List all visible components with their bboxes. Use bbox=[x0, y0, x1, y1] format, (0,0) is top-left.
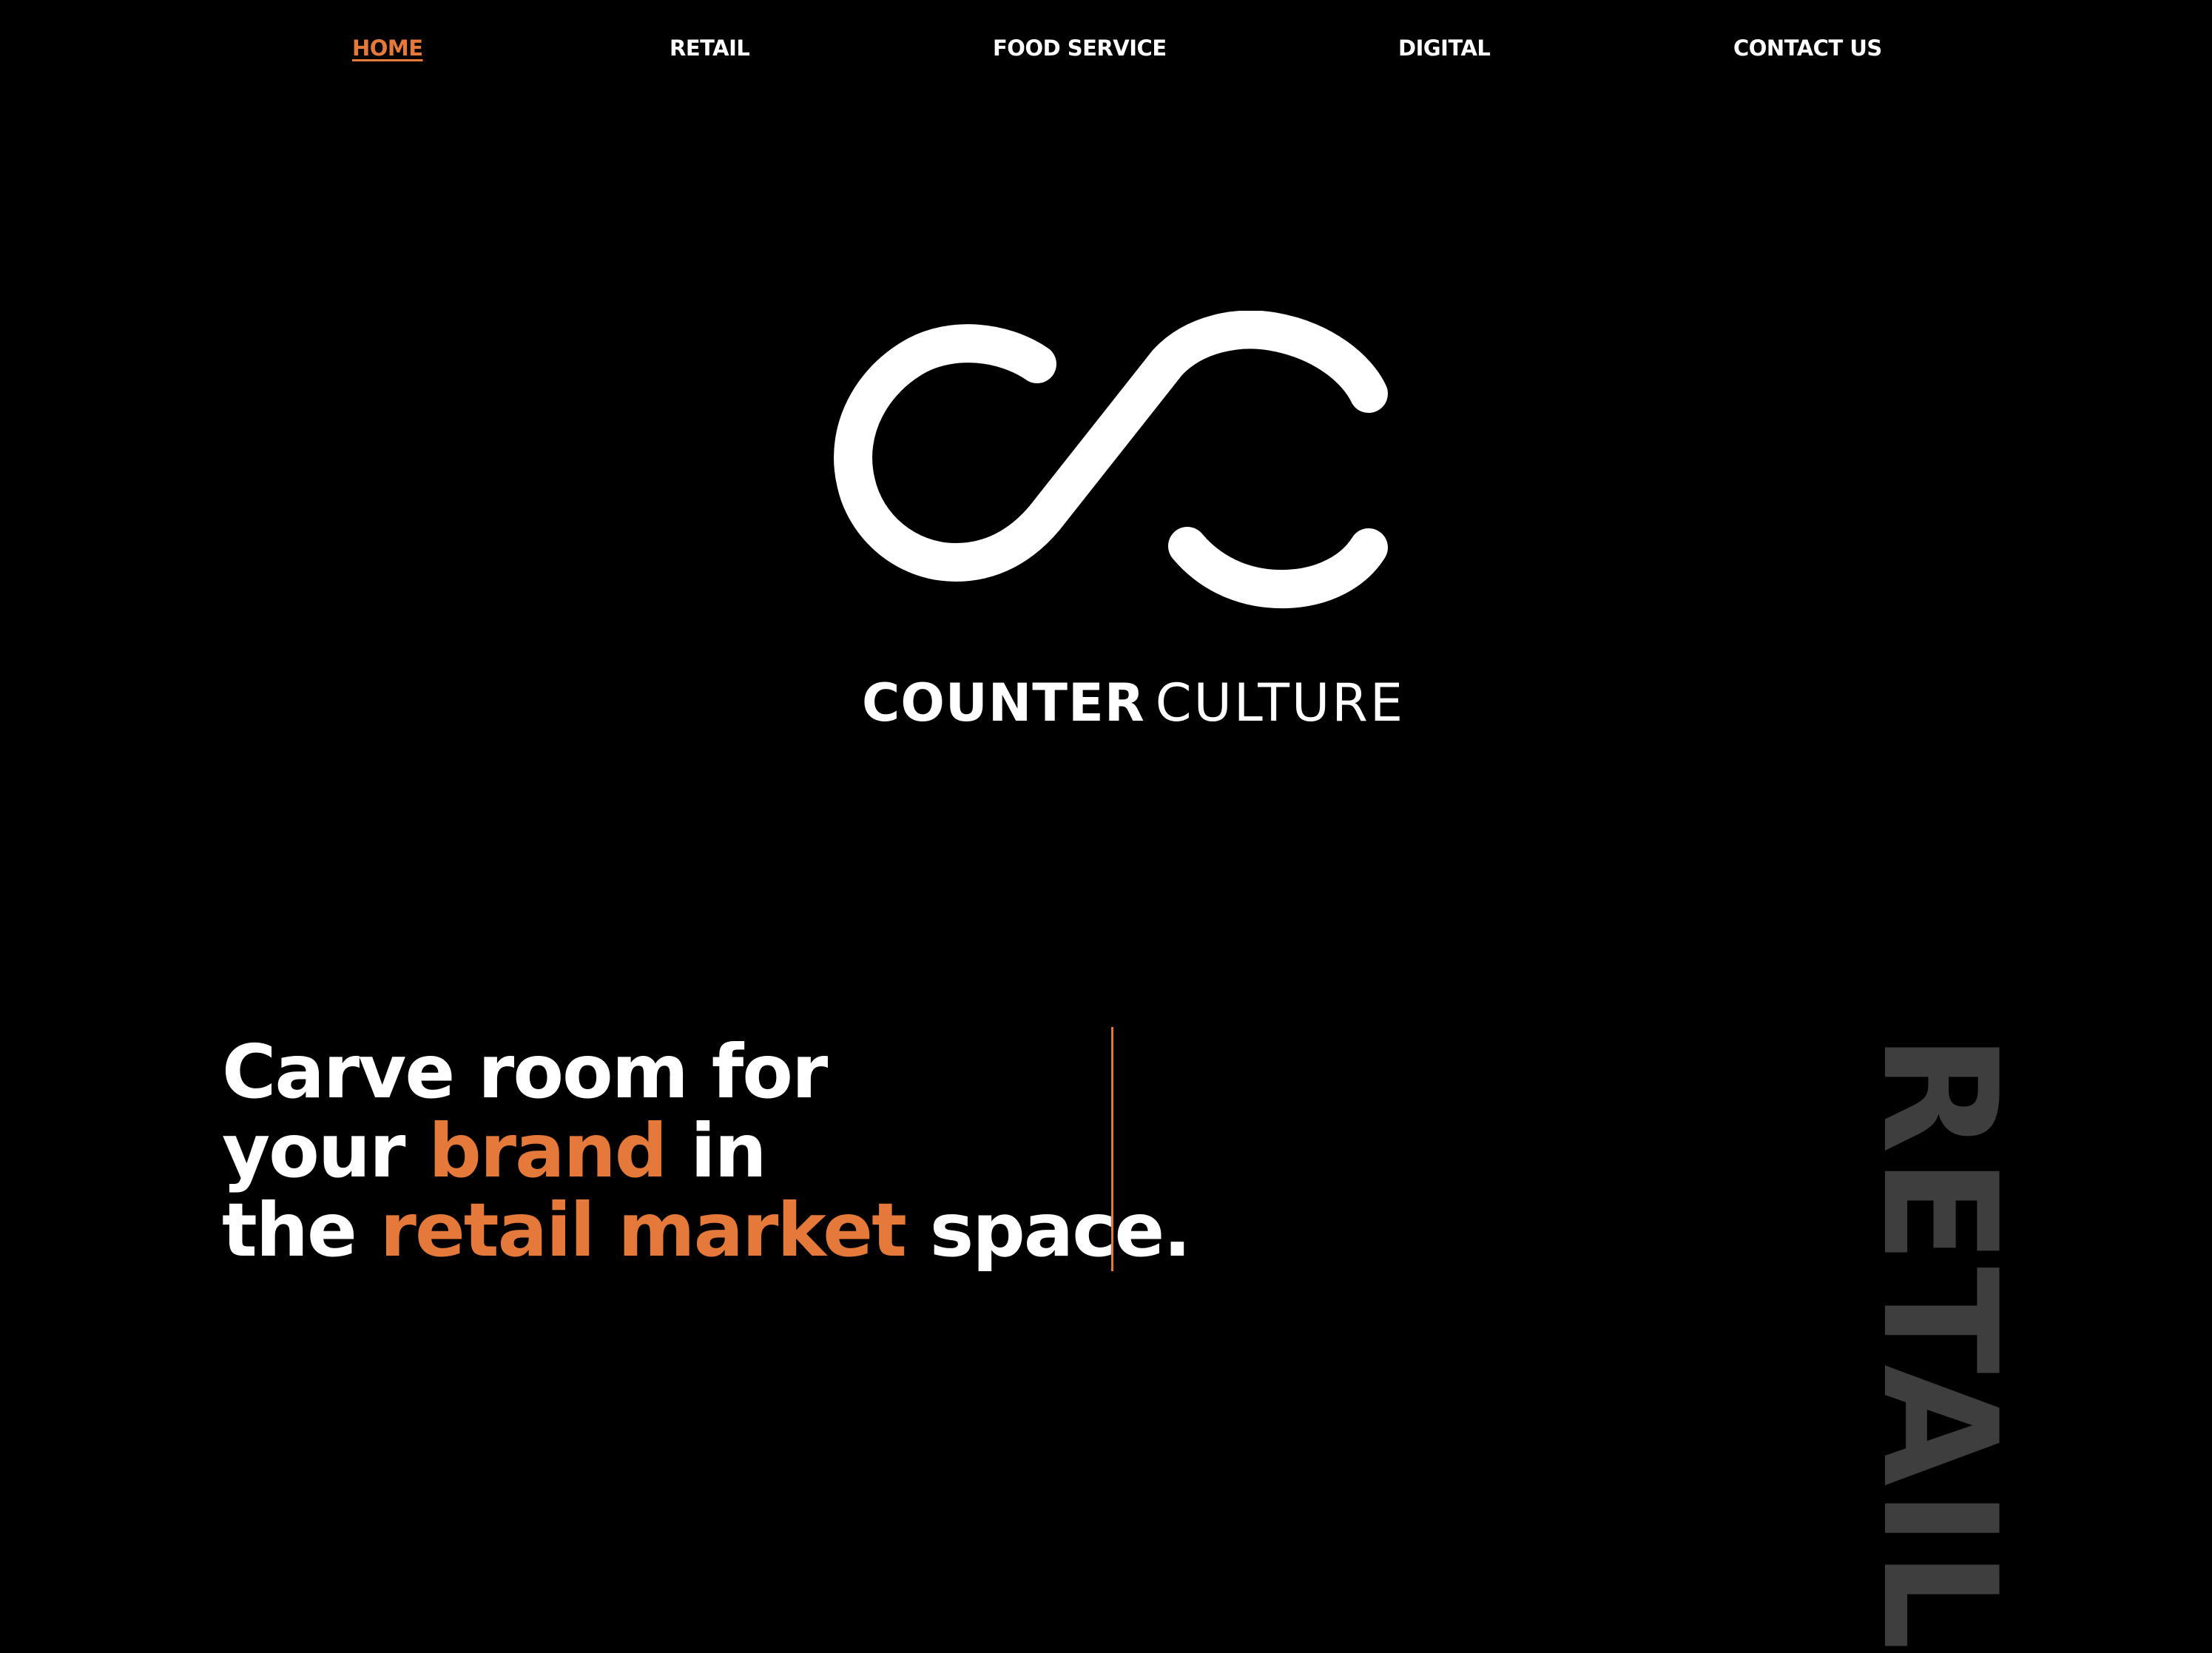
nav-digital-link[interactable]: DIGITAL bbox=[1398, 36, 1491, 61]
hero-line-2-end: in bbox=[666, 1108, 766, 1194]
cc-logo-icon bbox=[834, 311, 1388, 609]
hero-brand-highlight: brand bbox=[428, 1108, 667, 1194]
hero-line-2-start: your bbox=[222, 1108, 429, 1194]
wordmark-bold: COUNTER bbox=[862, 673, 1145, 733]
nav-contact-us-link[interactable]: CONTACT US bbox=[1733, 36, 1882, 61]
brand-logo[interactable]: COUNTER CULTURE bbox=[814, 311, 1406, 740]
wordmark-light: CULTURE bbox=[1155, 673, 1406, 733]
brand-wordmark: COUNTER CULTURE bbox=[862, 670, 1409, 736]
hero-line-2: your brand in bbox=[222, 1111, 1095, 1191]
vertical-divider bbox=[1111, 1027, 1113, 1271]
side-label: RETAIL bbox=[1848, 1033, 2031, 1653]
nav-food-service-link[interactable]: FOOD SERVICE bbox=[993, 36, 1167, 61]
main-navigation: HOME RETAIL FOOD SERVICE DIGITAL CONTACT… bbox=[0, 0, 2212, 104]
hero-retail-market-highlight: retail market bbox=[380, 1187, 907, 1273]
hero-line-1: Carve room for bbox=[222, 1029, 828, 1115]
hero-line-3-start: the bbox=[222, 1187, 380, 1273]
hero-headline: Carve room for your brand in the retail … bbox=[222, 1029, 1191, 1270]
hero-line-3: the retail market space. bbox=[222, 1191, 1191, 1270]
nav-retail-link[interactable]: RETAIL bbox=[670, 36, 750, 61]
nav-home-link[interactable]: HOME bbox=[352, 36, 423, 61]
hero-line-3-end: space. bbox=[905, 1187, 1192, 1273]
side-label-text: RETAIL bbox=[1848, 1033, 2031, 1653]
